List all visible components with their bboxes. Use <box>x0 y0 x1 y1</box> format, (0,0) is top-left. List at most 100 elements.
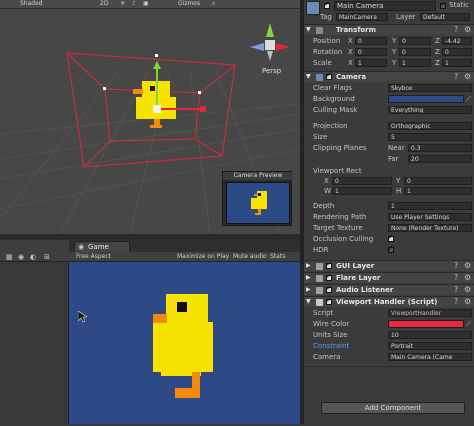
position-y-field[interactable]: 0 <box>399 37 431 45</box>
2d-toggle[interactable]: 2D <box>100 0 108 8</box>
inspector-panel[interactable]: Main Camera Static Tag MainCamera Layer … <box>303 0 474 424</box>
y-label: Y <box>392 48 397 56</box>
effects-icon[interactable]: ▣ <box>143 0 149 8</box>
background-color-swatch[interactable] <box>388 95 464 103</box>
camera-ref-field[interactable]: Main Camera (Came <box>388 353 472 361</box>
occlusion-culling-checkbox[interactable] <box>388 233 394 242</box>
layer-dropdown[interactable]: Default <box>420 13 470 21</box>
persp-label[interactable]: Persp <box>262 67 281 75</box>
object-name-field[interactable]: Main Camera <box>334 1 436 11</box>
depth-row: Depth 1 <box>304 201 474 211</box>
camera-header[interactable]: ▼ Camera ? ⚙ <box>304 71 474 82</box>
viewport-handler-checkbox[interactable] <box>326 296 332 305</box>
stats-toggle[interactable]: Stats <box>270 253 285 261</box>
audio-listener-checkbox[interactable] <box>326 284 332 293</box>
eyedropper-icon[interactable]: ⟋ <box>466 319 471 329</box>
hierarchy-panel[interactable]: ▦ ◉ ◐ ⊞ <box>0 240 69 424</box>
gizmos-dropdown[interactable]: Gizmos <box>178 0 200 8</box>
collapse-arrow-icon[interactable]: ▼ <box>306 72 311 82</box>
help-icon[interactable]: ? <box>454 285 458 295</box>
gear-icon[interactable]: ⚙ <box>464 72 471 82</box>
script-field[interactable]: ViewportHandler <box>388 309 472 317</box>
scale-x-field[interactable]: 1 <box>355 59 387 67</box>
gui-layer-checkbox[interactable] <box>326 260 332 269</box>
add-component-button[interactable]: Add Component <box>321 402 465 414</box>
tool-icon[interactable]: ▦ <box>6 253 13 261</box>
wire-color-swatch[interactable] <box>388 320 464 328</box>
collapse-arrow-icon[interactable]: ▶ <box>306 285 311 295</box>
collapse-arrow-icon[interactable]: ▶ <box>306 261 311 271</box>
audio-icon[interactable]: ♪ <box>132 0 136 8</box>
constraint-dropdown[interactable]: Portrait <box>388 342 472 350</box>
tool-icon[interactable]: ◐ <box>30 253 36 261</box>
audio-listener-header[interactable]: ▶ Audio Listener ? ⚙ <box>304 284 474 295</box>
help-icon[interactable]: ? <box>454 25 458 35</box>
viewport-w-field[interactable]: 1 <box>332 187 392 195</box>
z-label: Z <box>435 37 440 45</box>
tool-icon[interactable]: ◉ <box>18 253 24 261</box>
rotation-z-field[interactable]: 0 <box>442 48 472 56</box>
target-texture-field[interactable]: None (Render Texture) <box>388 224 472 232</box>
help-icon[interactable]: ? <box>454 273 458 283</box>
help-icon[interactable]: ? <box>454 297 458 307</box>
size-field[interactable]: 5 <box>388 133 472 141</box>
hdr-checkbox[interactable] <box>388 244 394 253</box>
lighting-icon[interactable]: ☀ <box>120 0 125 8</box>
gui-layer-header[interactable]: ▶ GUI Layer ? ⚙ <box>304 260 474 271</box>
game-viewport[interactable] <box>69 262 300 424</box>
collapse-arrow-icon[interactable]: ▶ <box>306 273 311 283</box>
help-icon[interactable]: ? <box>454 72 458 82</box>
tag-dropdown[interactable]: MainCamera <box>336 13 388 21</box>
viewport-handler-header[interactable]: ▼ Viewport Handler (Script) ? ⚙ <box>304 296 474 307</box>
rendering-path-label: Rendering Path <box>313 213 367 221</box>
scale-y-field[interactable]: 1 <box>399 59 431 67</box>
rotation-y-field[interactable]: 0 <box>399 48 431 56</box>
game-panel[interactable]: ◉ Game Free Aspect Maximize on Play Mute… <box>69 240 300 424</box>
y-label: Y <box>392 37 397 45</box>
divider <box>304 366 474 367</box>
gear-icon[interactable]: ⚙ <box>464 285 471 295</box>
gear-icon[interactable]: ⚙ <box>464 25 471 35</box>
shading-mode-dropdown[interactable]: Shaded <box>20 0 43 8</box>
flare-layer-checkbox[interactable] <box>326 272 332 281</box>
gear-icon[interactable]: ⚙ <box>464 261 471 271</box>
tool-icon[interactable]: ⊞ <box>44 253 50 261</box>
mute-audio-toggle[interactable]: Mute audio <box>233 253 267 261</box>
object-active-checkbox[interactable] <box>324 0 330 9</box>
clear-flags-label: Clear Flags <box>313 84 352 92</box>
culling-mask-dropdown[interactable]: Everything <box>388 106 472 114</box>
rotation-x-field[interactable]: 0 <box>355 48 387 56</box>
search-icon[interactable]: ⌕ <box>212 0 215 8</box>
target-texture-label: Target Texture <box>313 224 363 232</box>
scale-z-field[interactable]: 1 <box>442 59 472 67</box>
near-field[interactable]: 0.3 <box>408 144 472 152</box>
camera-enabled-checkbox[interactable] <box>326 71 332 80</box>
size-label: Size <box>313 133 328 141</box>
help-icon[interactable]: ? <box>454 261 458 271</box>
projection-dropdown[interactable]: Orthographic <box>388 122 472 130</box>
far-field[interactable]: 20 <box>408 155 472 163</box>
aspect-dropdown[interactable]: Free Aspect <box>76 253 111 261</box>
transform-header[interactable]: ▼ Transform ? ⚙ <box>304 24 474 35</box>
scale-row: Scale X 1 Y 1 Z 1 <box>304 58 474 68</box>
tab-game[interactable]: ◉ Game <box>74 241 130 252</box>
units-size-field[interactable]: 10 <box>388 331 472 339</box>
layer-label: Layer <box>396 13 416 21</box>
gear-icon[interactable]: ⚙ <box>464 273 471 283</box>
gear-icon[interactable]: ⚙ <box>464 297 471 307</box>
eyedropper-icon[interactable]: ⟋ <box>466 94 471 104</box>
viewport-h-field[interactable]: 1 <box>404 187 472 195</box>
viewport-y-field[interactable]: 0 <box>404 177 472 185</box>
viewport-x-field[interactable]: 0 <box>332 177 392 185</box>
depth-field[interactable]: 1 <box>388 202 472 210</box>
position-x-field[interactable]: 0 <box>355 37 387 45</box>
collapse-arrow-icon[interactable]: ▼ <box>306 297 311 307</box>
scene-view[interactable]: Shaded 2D ☀ ♪ ▣ Gizmos ⌕ Persp Camera Pr… <box>0 0 300 234</box>
rendering-path-dropdown[interactable]: Use Player Settings <box>388 213 472 221</box>
static-checkbox[interactable] <box>440 0 446 9</box>
flare-layer-header[interactable]: ▶ Flare Layer ? ⚙ <box>304 272 474 283</box>
collapse-arrow-icon[interactable]: ▼ <box>306 25 311 35</box>
maximize-on-play-toggle[interactable]: Maximize on Play <box>177 253 229 261</box>
clear-flags-dropdown[interactable]: Skybox <box>388 84 472 92</box>
position-z-field[interactable]: -4.42 <box>442 37 472 45</box>
